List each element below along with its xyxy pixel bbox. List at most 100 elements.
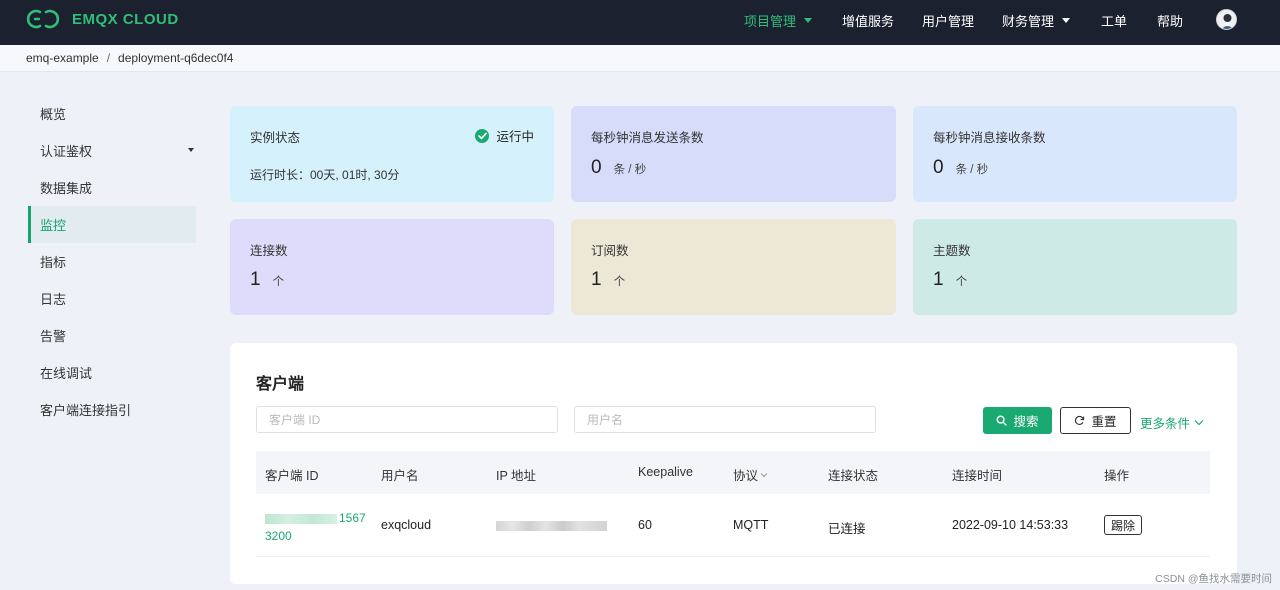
card-value: 1 个 — [250, 269, 284, 291]
runtime-text: 运行时长：00天, 01时, 30分 — [250, 168, 400, 182]
value-number: 1 — [591, 269, 602, 290]
search-button-label: 搜索 — [1013, 415, 1039, 429]
column-header: Keepalive — [638, 465, 693, 479]
nav-label: 帮助 — [1157, 14, 1184, 29]
chevron-down-icon — [1194, 419, 1204, 426]
receive-rate-card: 每秒钟消息接收条数 0 条 / 秒 — [913, 106, 1237, 202]
client-id-link[interactable]: 1567 3200 — [265, 509, 370, 545]
sidebar-item-overview[interactable]: 概览 — [28, 95, 196, 132]
connected-at-cell: 2022-09-10 14:53:33 — [952, 518, 1069, 532]
sidebar-item-label: 客户端连接指引 — [40, 403, 132, 418]
breadcrumb-separator: / — [106, 51, 111, 65]
more-filters-link[interactable]: 更多条件 — [1140, 413, 1204, 432]
value-number: 0 — [591, 157, 602, 178]
sidebar-item-auth[interactable]: 认证鉴权 — [28, 132, 196, 169]
sidebar-item-label: 认证鉴权 — [40, 144, 93, 159]
subscriptions-card: 订阅数 1 个 — [571, 219, 896, 315]
value-number: 1 — [933, 269, 944, 290]
card-value: 1 个 — [933, 269, 967, 291]
top-navbar: EMQX CLOUD 项目管理 增值服务 用户管理 财务管理 工单 帮助 — [0, 0, 1280, 45]
sidebar-item-label: 日志 — [40, 292, 67, 307]
sidebar-item-data-integration[interactable]: 数据集成 — [28, 169, 196, 206]
keepalive-cell: 60 — [638, 518, 652, 532]
check-circle-icon — [475, 128, 490, 143]
card-title: 连接数 — [250, 244, 288, 258]
value-unit: 个 — [272, 276, 285, 288]
card-value: 1 个 — [591, 269, 625, 291]
reset-button[interactable]: 重置 — [1060, 407, 1131, 434]
value-unit: 条 / 秒 — [613, 164, 647, 176]
kick-button-label: 踢除 — [1110, 518, 1135, 533]
refresh-icon — [1074, 415, 1085, 426]
chevron-down-icon — [760, 472, 768, 478]
redacted-ip — [496, 521, 607, 531]
status-cell: 已连接 — [828, 522, 866, 536]
value-number: 0 — [933, 157, 944, 178]
client-id-tail: 1567 — [339, 511, 366, 525]
sidebar-item-metrics[interactable]: 指标 — [28, 243, 196, 280]
card-title: 实例状态 — [250, 131, 301, 145]
sidebar-item-alarms[interactable]: 告警 — [28, 317, 196, 354]
caret-down-icon — [188, 148, 194, 152]
nav-label: 项目管理 — [744, 14, 797, 29]
sidebar-item-monitoring[interactable]: 监控 — [28, 206, 196, 243]
card-title: 每秒钟消息发送条数 — [591, 131, 704, 145]
column-header: IP 地址 — [496, 469, 537, 483]
emqx-logo-icon — [26, 9, 60, 29]
card-title: 每秒钟消息接收条数 — [933, 131, 1046, 145]
caret-down-icon — [1062, 18, 1071, 23]
status-text: 运行中 — [496, 130, 534, 144]
search-icon — [996, 415, 1008, 426]
protocol-column-header[interactable]: 协议 — [733, 465, 768, 484]
reset-button-label: 重置 — [1091, 415, 1117, 429]
sidebar-item-connection-guide[interactable]: 客户端连接指引 — [28, 391, 196, 428]
instance-status-card: 实例状态 运行中 运行时长：00天, 01时, 30分 — [230, 106, 554, 202]
value-unit: 个 — [613, 276, 626, 288]
input-placeholder: 客户端 ID — [269, 413, 321, 427]
breadcrumb-project[interactable]: emq-example — [26, 51, 99, 65]
column-header: 连接时间 — [952, 469, 1003, 483]
card-value: 0 条 / 秒 — [591, 157, 646, 179]
breadcrumb-deployment[interactable]: deployment-q6dec0f4 — [118, 51, 233, 65]
sidebar-item-label: 在线调试 — [40, 366, 93, 381]
username-input[interactable]: 用户名 — [574, 406, 876, 433]
topics-card: 主题数 1 个 — [913, 219, 1237, 315]
input-placeholder: 用户名 — [587, 413, 624, 427]
search-button[interactable]: 搜索 — [983, 407, 1052, 434]
sidebar-item-logs[interactable]: 日志 — [28, 280, 196, 317]
value-number: 1 — [250, 269, 261, 290]
column-header: 用户名 — [381, 469, 419, 483]
nav-value-added-services[interactable]: 增值服务 — [842, 11, 894, 30]
sidebar-item-label: 数据集成 — [40, 181, 93, 196]
send-rate-card: 每秒钟消息发送条数 0 条 / 秒 — [571, 106, 896, 202]
column-header: 连接状态 — [828, 469, 879, 483]
table-row: 1567 3200 exqcloud 60 MQTT 已连接 2022-09-1… — [256, 494, 1210, 557]
value-unit: 个 — [955, 276, 968, 288]
breadcrumb: emq-example / deployment-q6dec0f4 — [0, 45, 1280, 72]
client-id-input[interactable]: 客户端 ID — [256, 406, 558, 433]
status-badge: 运行中 — [475, 126, 534, 145]
redacted-block — [265, 513, 337, 524]
sidebar-item-label: 监控 — [40, 218, 67, 233]
sidebar-item-label: 概览 — [40, 107, 67, 122]
nav-help[interactable]: 帮助 — [1157, 11, 1183, 30]
nav-user-management[interactable]: 用户管理 — [922, 11, 974, 30]
column-header: 操作 — [1104, 469, 1130, 483]
logo[interactable]: EMQX CLOUD — [26, 9, 179, 29]
nav-finance-management[interactable]: 财务管理 — [1002, 11, 1071, 30]
card-value: 0 条 / 秒 — [933, 157, 988, 179]
kick-button[interactable]: 踢除 — [1104, 515, 1142, 535]
user-avatar-icon[interactable] — [1216, 9, 1237, 30]
value-unit: 条 / 秒 — [955, 164, 989, 176]
watermark: CSDN @鱼找水需要时间 — [1155, 573, 1272, 585]
sidebar-item-online-debug[interactable]: 在线调试 — [28, 354, 196, 391]
sidebar: 概览 认证鉴权 数据集成 监控 指标 日志 告警 在线调试 客户端连接指引 — [28, 95, 196, 428]
card-title: 订阅数 — [591, 244, 629, 258]
sidebar-item-label: 告警 — [40, 329, 67, 344]
card-title: 主题数 — [933, 244, 971, 258]
logo-text: EMQX CLOUD — [72, 10, 179, 28]
nav-project-management[interactable]: 项目管理 — [744, 11, 813, 30]
nav-tickets[interactable]: 工单 — [1101, 11, 1127, 30]
column-header-label: 协议 — [733, 469, 759, 483]
nav-label: 增值服务 — [842, 14, 895, 29]
